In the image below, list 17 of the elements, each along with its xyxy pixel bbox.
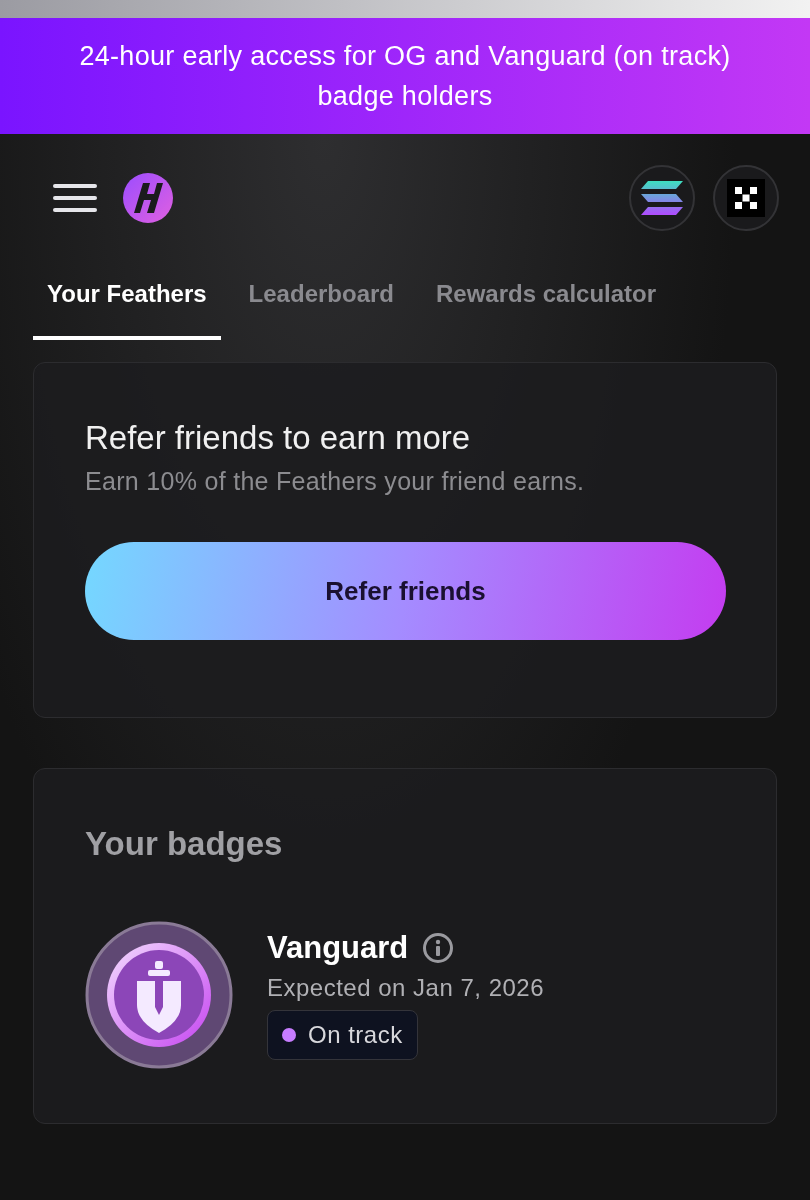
badge-name: Vanguard bbox=[267, 930, 409, 966]
tab[interactable]: Leaderboard bbox=[234, 262, 408, 340]
card-title: Refer friends to earn more bbox=[85, 419, 472, 457]
menu-icon[interactable] bbox=[53, 182, 97, 214]
logo-icon[interactable] bbox=[123, 173, 173, 223]
stripes-icon bbox=[641, 181, 683, 215]
shield-badge-icon bbox=[85, 921, 233, 1069]
status-text: On track bbox=[308, 1021, 403, 1049]
card-subtitle: Earn 10% of the Feathers your friend earns. bbox=[85, 467, 586, 496]
banner-text: 24-hour early access for OG and Vanguard (on track) badge holders bbox=[78, 40, 732, 113]
tab[interactable]: Your Feathers bbox=[33, 262, 221, 340]
tab[interactable]: Rewards calculator bbox=[422, 262, 671, 340]
refer-friends-button[interactable]: Refer friends bbox=[85, 542, 726, 640]
wallet-logo-icon bbox=[727, 179, 765, 217]
expected-date: Expected on Jan 7, 2026 bbox=[267, 974, 545, 1002]
info-icon[interactable] bbox=[422, 932, 455, 964]
section-title: Your badges bbox=[85, 825, 284, 863]
